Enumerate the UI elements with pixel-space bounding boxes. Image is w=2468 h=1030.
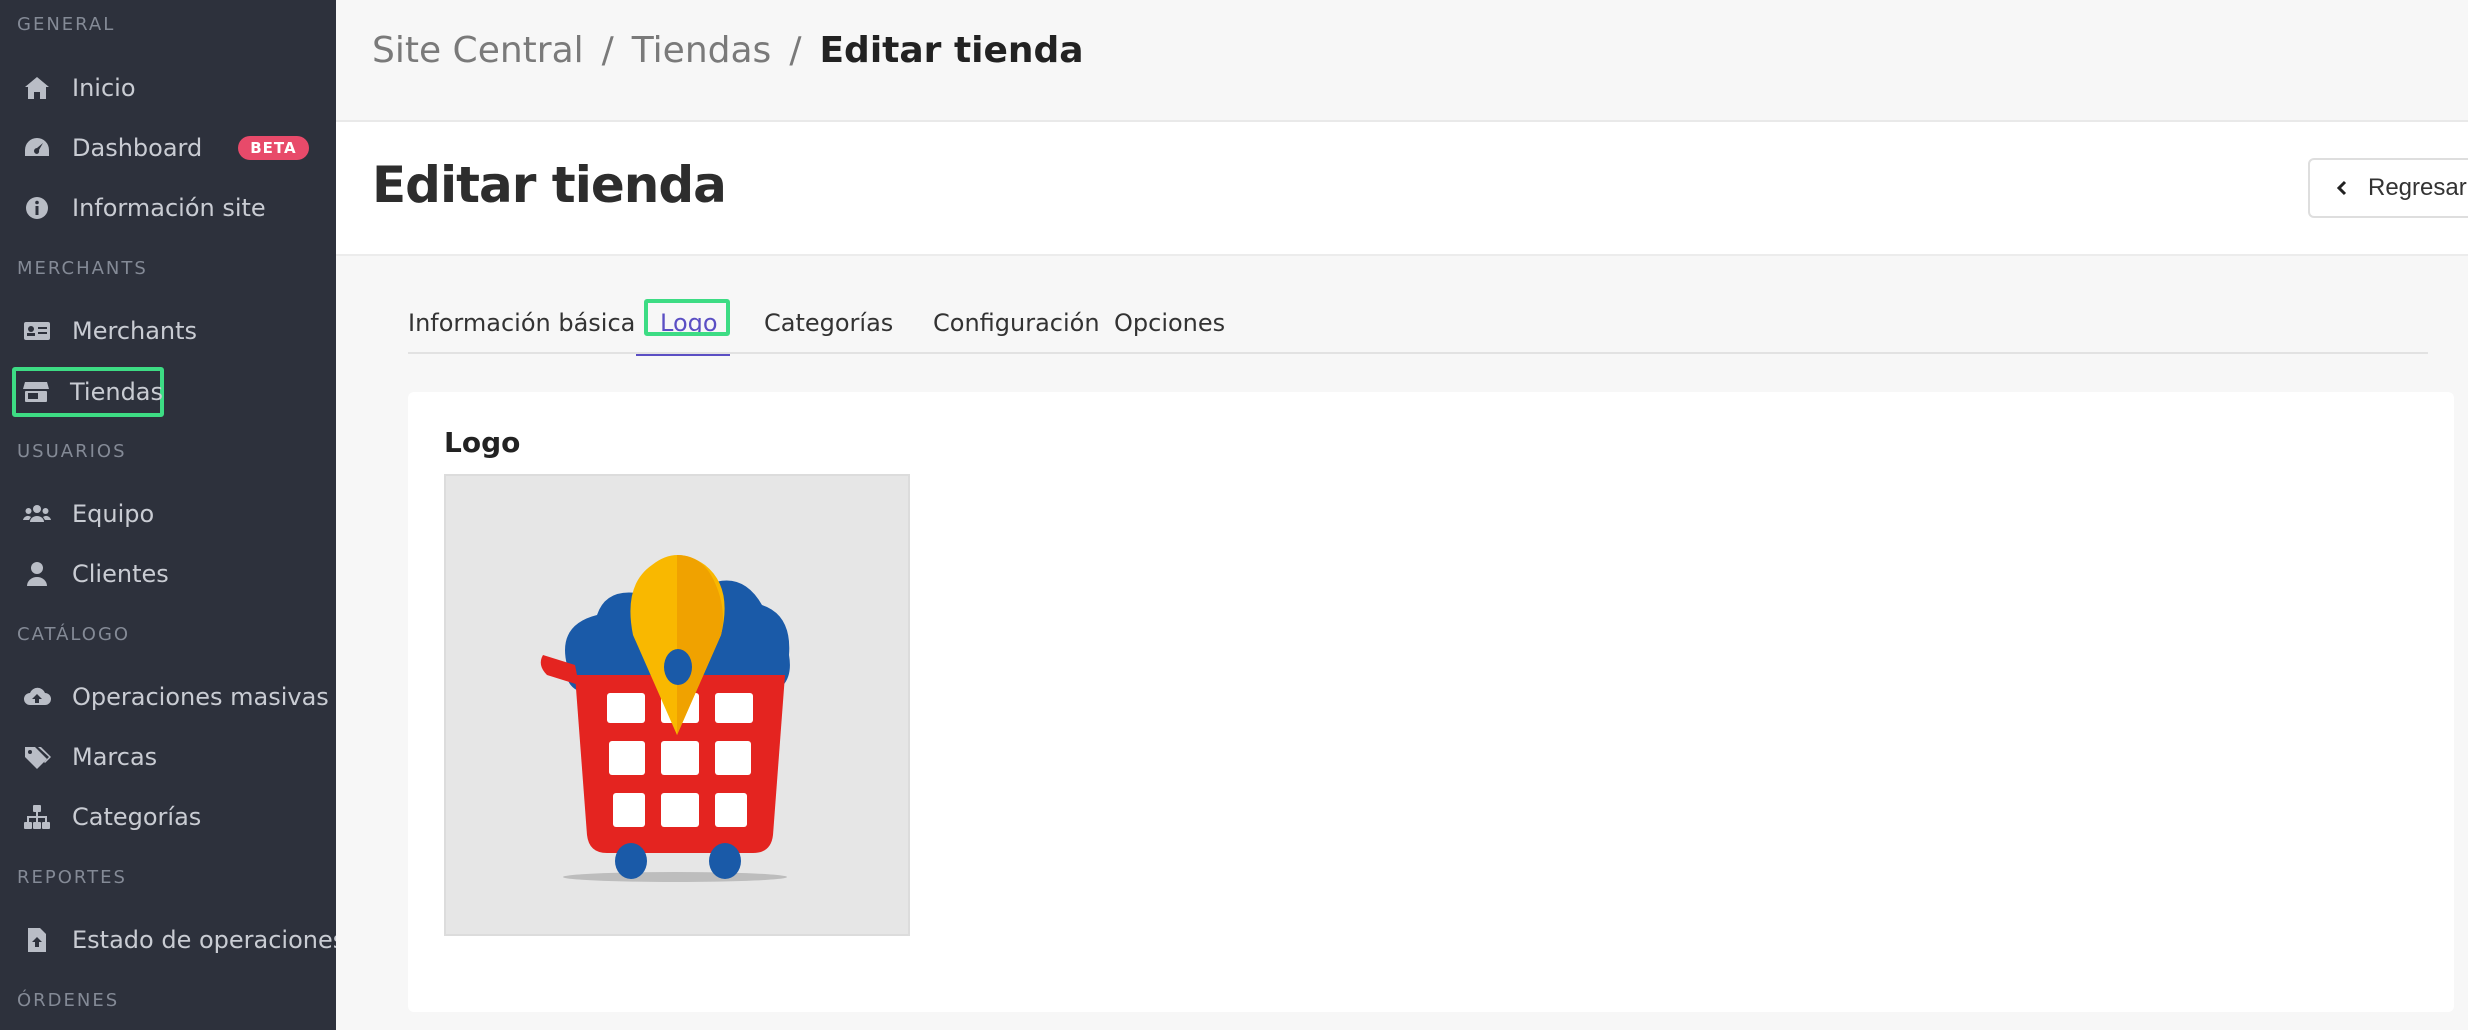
store-icon <box>22 377 50 407</box>
sidebar-item-tiendas[interactable]: Tiendas <box>12 367 164 417</box>
sidebar-item-dashboard[interactable]: Dashboard BETA <box>12 124 319 172</box>
tab-configuracion[interactable]: Configuración <box>933 300 1100 354</box>
back-button[interactable]: Regresar <box>2308 158 2468 218</box>
sidebar-item-clientes[interactable]: Clientes <box>12 550 179 598</box>
sidebar-item-categorias[interactable]: Categorías <box>12 793 211 841</box>
section-title-usuarios: USUARIOS <box>17 441 127 462</box>
sidebar-item-label: Operaciones masivas <box>72 683 329 711</box>
sidebar-item-label: Merchants <box>72 317 198 345</box>
section-title-merchants: MERCHANTS <box>17 258 148 279</box>
sidebar-item-label: Estado de operaciones <box>72 926 346 954</box>
section-title-catalogo: CATÁLOGO <box>17 624 131 645</box>
sidebar-item-merchants[interactable]: Merchants <box>12 307 207 355</box>
sidebar-item-label: Marcas <box>72 743 158 771</box>
sidebar-item-label: Dashboard <box>72 134 203 162</box>
sitemap-icon <box>22 802 52 832</box>
page-title: Editar tienda <box>372 156 727 214</box>
section-title-reportes: REPORTES <box>17 867 127 888</box>
tab-informacion-basica[interactable]: Información básica <box>408 300 635 354</box>
sidebar-item-label: Inicio <box>72 74 136 102</box>
gauge-icon <box>22 133 52 163</box>
sidebar-item-marcas[interactable]: Marcas <box>12 733 167 781</box>
tab-bar: Información básica Logo Categorías Confi… <box>408 299 2428 356</box>
breadcrumb-current: Editar tienda <box>819 30 1084 71</box>
breadcrumb-item-site-central[interactable]: Site Central <box>372 30 584 71</box>
chevron-left-icon <box>2336 180 2347 196</box>
id-card-icon <box>22 316 52 346</box>
info-icon <box>22 193 52 223</box>
beta-badge: BETA <box>238 136 309 160</box>
home-icon <box>22 73 52 103</box>
section-title-ordenes: ÓRDENES <box>17 990 120 1011</box>
sidebar-item-label: Equipo <box>72 500 155 528</box>
section-title-general: GENERAL <box>17 14 116 35</box>
main-content: Información básica Logo Categorías Confi… <box>336 256 2468 1030</box>
sidebar-item-informacion-site[interactable]: Información site <box>12 184 276 232</box>
sidebar-item-label: Clientes <box>72 560 169 588</box>
file-upload-icon <box>22 925 52 955</box>
user-icon <box>22 559 52 589</box>
store-logo-image[interactable] <box>444 474 910 936</box>
sidebar-item-estado-de-operaciones[interactable]: Estado de operaciones <box>12 916 355 964</box>
sidebar-item-operaciones-masivas[interactable]: Operaciones masivas <box>12 673 339 721</box>
top-header: Site Central / Tiendas / Editar tienda <box>336 0 2468 122</box>
logo-card: Logo <box>408 392 2454 1012</box>
tags-icon <box>22 742 52 772</box>
breadcrumb: Site Central / Tiendas / Editar tienda <box>372 30 1084 71</box>
tab-focus-highlight <box>644 299 730 336</box>
page-header: Editar tienda Regresar <box>336 122 2468 256</box>
shopping-cart-logo <box>540 555 790 882</box>
users-icon <box>22 499 52 529</box>
cloud-upload-icon <box>22 682 52 712</box>
sidebar-item-label: Tiendas <box>70 378 164 406</box>
sidebar: GENERAL Inicio Dashboard BETA Informació… <box>0 0 345 1030</box>
tab-opciones[interactable]: Opciones <box>1114 300 1225 354</box>
back-button-label: Regresar <box>2368 174 2467 201</box>
card-title: Logo <box>444 426 521 459</box>
sidebar-item-equipo[interactable]: Equipo <box>12 490 164 538</box>
breadcrumb-separator: / <box>789 30 802 71</box>
sidebar-item-label: Categorías <box>72 803 202 831</box>
breadcrumb-separator: / <box>601 30 614 71</box>
sidebar-item-inicio[interactable]: Inicio <box>12 64 146 112</box>
sidebar-item-label: Información site <box>72 194 266 222</box>
breadcrumb-item-tiendas[interactable]: Tiendas <box>632 30 772 71</box>
tab-categorias[interactable]: Categorías <box>764 300 893 354</box>
